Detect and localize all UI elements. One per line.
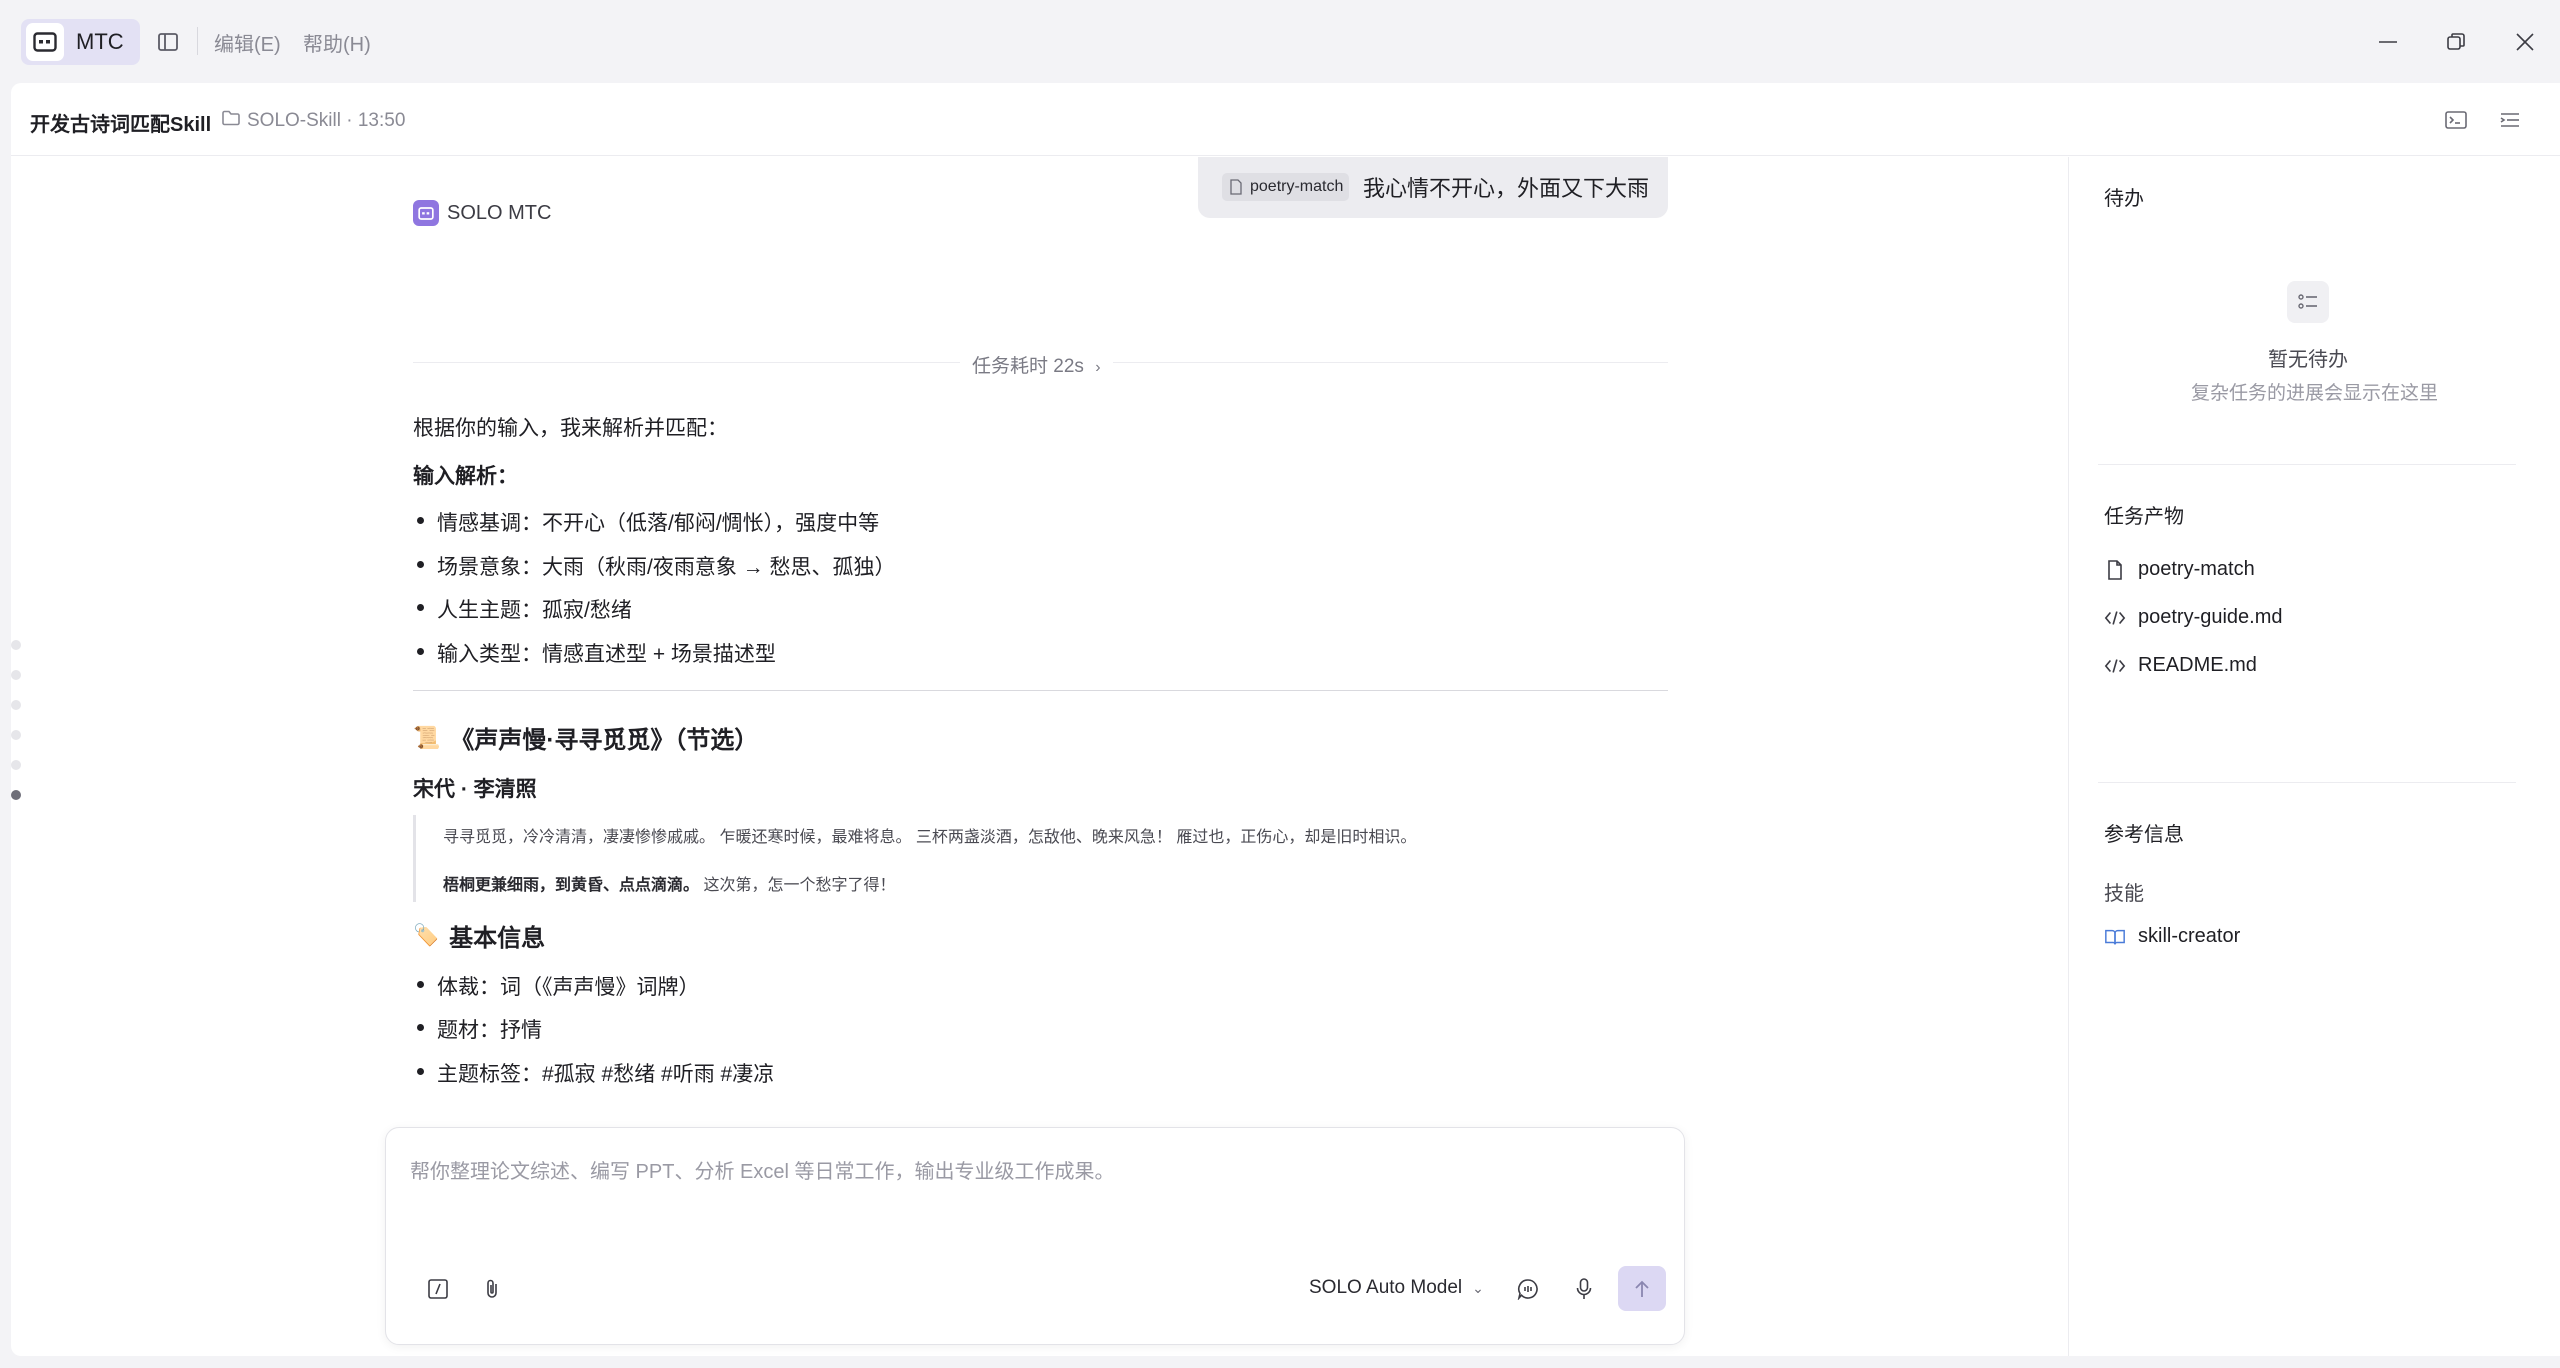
skill-chip-label: poetry-match: [1250, 178, 1344, 195]
user-message-bubble: poetry-match 我心情不开心，外面又下大雨: [1198, 157, 1668, 218]
skill-name: skill-creator: [2138, 925, 2241, 947]
close-icon[interactable]: [2505, 22, 2545, 62]
list-item: 体裁：词（《声声慢》词牌）: [413, 971, 700, 1001]
chat-input-box[interactable]: 帮你整理论文综述、编写 PPT、分析 Excel 等日常工作，输出专业级工作成果…: [385, 1127, 1685, 1345]
list-item: 情感基调：不开心（低落/郁闷/惆怅），强度中等: [413, 507, 879, 537]
poem-heading: 📜 《声声慢·寻寻觅觅》（节选）: [413, 720, 758, 755]
title-separator: [197, 27, 198, 55]
artifacts-title: 任务产物: [2104, 506, 2184, 528]
todo-title: 待办: [2104, 188, 2144, 210]
agent-header: SOLO MTC: [413, 200, 551, 226]
message-nav-dot[interactable]: [11, 640, 21, 650]
slash-command-icon[interactable]: [423, 1274, 453, 1304]
artifact-item[interactable]: README.md: [2104, 654, 2257, 677]
restore-icon[interactable]: [2436, 22, 2476, 62]
reference-title: 参考信息: [2104, 824, 2184, 846]
info-heading: 🏷️ 基本信息: [413, 918, 545, 953]
list-item: 主题标签：#孤寂 #愁绪 #听雨 #凄凉: [413, 1058, 774, 1088]
task-time-toggle[interactable]: 任务耗时 22s ›: [960, 351, 1113, 378]
quote-rest: 这次第，怎一个愁字了得！: [699, 877, 896, 894]
quote-line: 寻寻觅觅，冷冷清清，凄凄惨惨戚戚。 乍暖还寒时候，最难将息。 三杯两盏淡酒，怎敌…: [443, 829, 1417, 846]
message-nav-dot[interactable]: [11, 670, 21, 680]
model-selector-label: SOLO Auto Model: [1309, 1277, 1463, 1298]
menu-edit[interactable]: 编辑(E): [214, 28, 281, 57]
artifact-name: poetry-match: [2138, 558, 2255, 580]
model-selector[interactable]: SOLO Auto Model ⌄: [1309, 1277, 1484, 1299]
code-icon: [2104, 607, 2126, 629]
chevron-right-icon: ›: [1095, 359, 1101, 376]
attach-icon[interactable]: [477, 1274, 507, 1304]
app-logo-icon: [26, 23, 64, 61]
project-title: 开发古诗词匹配Skill: [30, 114, 212, 136]
app-switcher[interactable]: MTC: [21, 19, 140, 65]
poem-title: 《声声慢·寻寻觅觅》（节选）: [450, 727, 759, 754]
list-item: 题材：抒情: [413, 1014, 542, 1044]
tag-icon: 🏷️: [413, 923, 440, 947]
info-heading-label: 基本信息: [449, 925, 546, 952]
toggle-sidebar-icon[interactable]: [155, 29, 181, 55]
quote-line: 梧桐更兼细雨，到黄昏、点点滴滴。 这次第，怎一个愁字了得！: [443, 871, 895, 895]
terminal-icon[interactable]: [2441, 105, 2471, 135]
todo-empty-subtitle: 复杂任务的进展会显示在这里: [2191, 383, 2439, 404]
project-meta: SOLO-Skill · 13:50: [247, 110, 406, 131]
file-icon: [1230, 179, 1242, 195]
title-bar: MTC 编辑(E) 帮助(H): [0, 0, 2560, 83]
artifact-name: poetry-guide.md: [2138, 606, 2283, 628]
chevron-down-icon: ⌄: [1472, 1279, 1484, 1296]
agent-logo-icon: [413, 200, 439, 226]
microphone-icon[interactable]: [1569, 1274, 1599, 1304]
artifact-item[interactable]: poetry-guide.md: [2104, 606, 2283, 629]
skill-item[interactable]: skill-creator: [2104, 925, 2240, 948]
file-icon: [2104, 559, 2126, 581]
menu-help[interactable]: 帮助(H): [303, 28, 371, 57]
chat-mode-icon[interactable]: [1513, 1274, 1543, 1304]
scroll-icon: 📜: [413, 724, 441, 750]
agent-name: SOLO MTC: [447, 201, 552, 224]
book-icon: [2104, 926, 2126, 948]
list-item: 人生主题：孤寂/愁绪: [413, 594, 632, 624]
code-icon: [2104, 655, 2126, 677]
todo-list-icon: [2287, 281, 2329, 323]
reply-intro: 根据你的输入，我来解析并匹配：: [413, 417, 728, 440]
message-nav-dot[interactable]: [11, 700, 21, 710]
task-list-icon[interactable]: [2495, 105, 2525, 135]
sidebar-divider-h: [2098, 782, 2516, 783]
poem-author: 宋代 · 李清照: [413, 778, 537, 801]
folder-icon: [222, 110, 240, 131]
skills-label: 技能: [2104, 883, 2144, 905]
quote-bold: 梧桐更兼细雨，到黄昏、点点滴滴。: [443, 877, 700, 894]
send-button[interactable]: [1618, 1266, 1666, 1311]
chat-input-placeholder[interactable]: 帮你整理论文综述、编写 PPT、分析 Excel 等日常工作，输出专业级工作成果…: [410, 1155, 1114, 1184]
panel-header: 开发古诗词匹配Skill SOLO-Skill · 13:50: [11, 83, 2560, 156]
artifact-item[interactable]: poetry-match: [2104, 558, 2255, 581]
app-name: MTC: [76, 29, 124, 54]
user-message-text: 我心情不开心，外面又下大雨: [1363, 176, 1650, 201]
sidebar-divider-h: [2098, 464, 2516, 465]
todo-empty-title: 暂无待办: [2268, 349, 2348, 371]
skill-chip[interactable]: poetry-match: [1222, 173, 1350, 201]
minimize-icon[interactable]: [2368, 22, 2408, 62]
message-nav-dot[interactable]: [11, 760, 21, 770]
task-time-label: 任务耗时 22s: [972, 356, 1084, 377]
message-nav-dot-active[interactable]: [11, 790, 21, 800]
message-nav-dot[interactable]: [11, 730, 21, 740]
poem-quote: 寻寻觅觅，冷冷清清，凄凄惨惨戚戚。 乍暖还寒时候，最难将息。 三杯两盏淡酒，怎敌…: [413, 815, 1668, 902]
arrow-up-icon: [1635, 1280, 1649, 1297]
list-item: 输入类型：情感直述型 + 场景描述型: [413, 638, 776, 668]
analysis-heading: 输入解析：: [413, 465, 518, 488]
sidebar-divider: [2068, 157, 2069, 1356]
section-divider: [413, 690, 1668, 691]
list-item: 场景意象：大雨（秋雨/夜雨意象 → 愁思、孤独）: [413, 551, 896, 581]
artifact-name: README.md: [2138, 654, 2257, 676]
